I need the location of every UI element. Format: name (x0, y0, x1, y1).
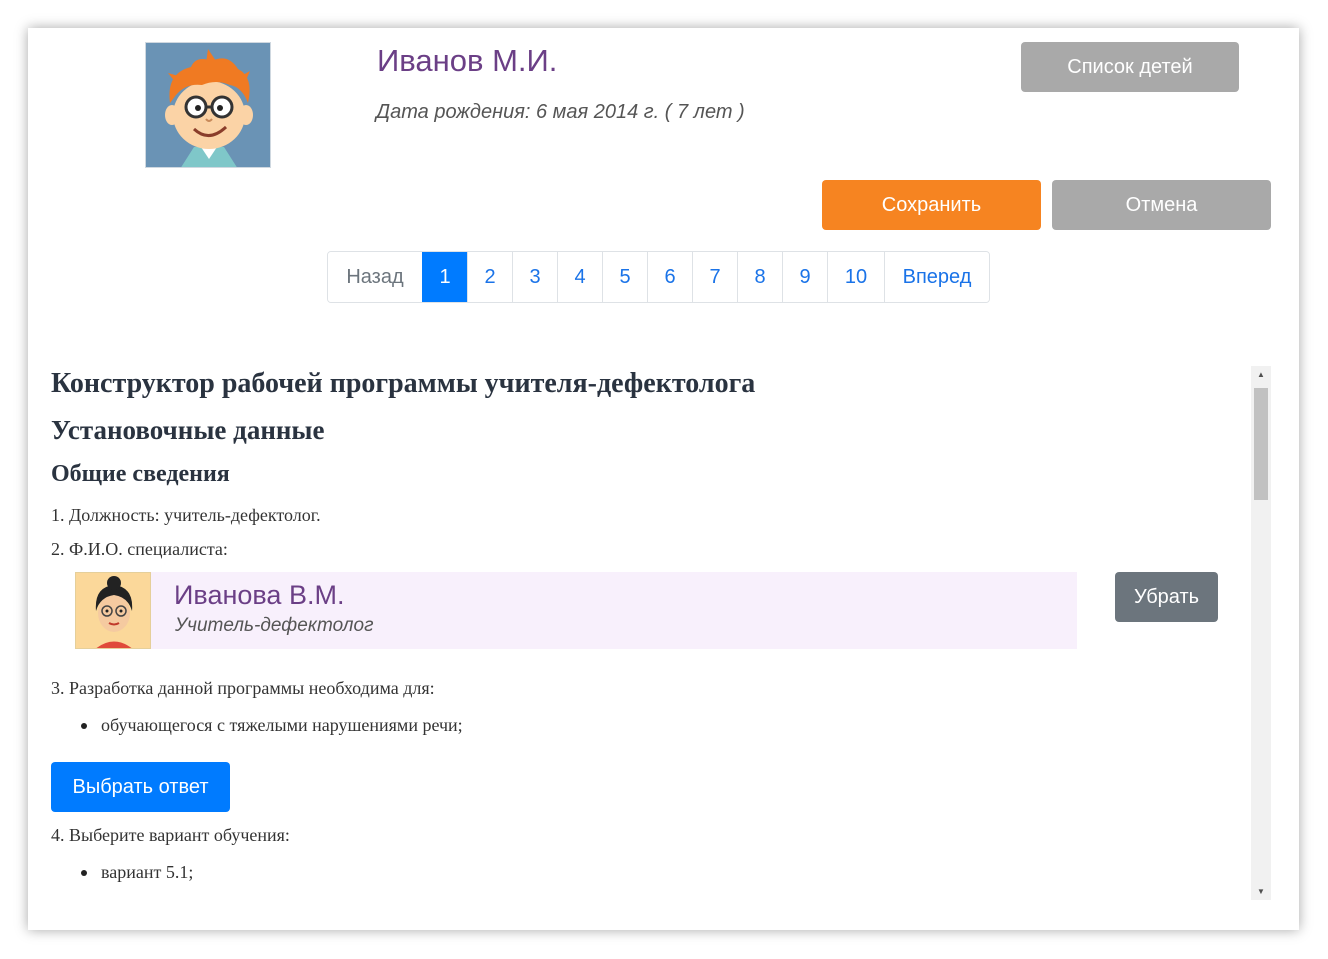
child-name: Иванов М.И. (377, 43, 558, 78)
section-title: Установочные данные (51, 415, 325, 445)
pagination-page-9[interactable]: 9 (782, 252, 827, 302)
specialist-name: Иванова В.М. (174, 580, 345, 610)
pagination: Назад 1 2 3 4 5 6 7 8 9 10 Вперед (327, 251, 990, 303)
specialist-avatar (75, 572, 151, 649)
children-list-button[interactable]: Список детей (1021, 42, 1239, 92)
scroll-down-arrow-icon[interactable]: ▼ (1251, 883, 1271, 900)
specialist-card: Иванова В.М. Учитель-дефектолог (75, 572, 1077, 649)
item-position: 1. Должность: учитель-дефектолог. (51, 505, 321, 525)
item-education-variant: 4. Выберите вариант обучения: (51, 825, 290, 845)
pagination-page-6[interactable]: 6 (647, 252, 692, 302)
pagination-page-7[interactable]: 7 (692, 252, 737, 302)
teacher-cartoon-icon (76, 573, 150, 648)
item-program-purpose: 3. Разработка данной программы необходим… (51, 678, 435, 698)
boy-cartoon-icon (146, 43, 270, 167)
pagination-page-1[interactable]: 1 (422, 252, 467, 302)
subsection-title: Общие сведения (51, 461, 230, 487)
child-avatar (145, 42, 271, 168)
choose-answer-button[interactable]: Выбрать ответ (51, 762, 230, 812)
pagination-next[interactable]: Вперед (884, 252, 989, 302)
pagination-page-8[interactable]: 8 (737, 252, 782, 302)
pagination-prev[interactable]: Назад (328, 252, 422, 302)
item-specialist-label: 2. Ф.И.О. специалиста: (51, 539, 228, 559)
main-card: Иванов М.И. Дата рождения: 6 мая 2014 г.… (28, 28, 1299, 930)
item-program-purpose-answer: обучающегося с тяжелыми нарушениями речи… (81, 715, 463, 735)
cancel-button[interactable]: Отмена (1052, 180, 1271, 230)
program-title: Конструктор рабочей программы учителя-де… (51, 368, 756, 399)
save-button[interactable]: Сохранить (822, 180, 1041, 230)
remove-specialist-button[interactable]: Убрать (1115, 572, 1218, 622)
item-education-variant-answer: вариант 5.1; (80, 862, 194, 882)
pagination-page-10[interactable]: 10 (827, 252, 884, 302)
program-content: Конструктор рабочей программы учителя-де… (51, 366, 1247, 900)
content-scrollbar[interactable]: ▲ ▼ (1251, 366, 1271, 900)
pagination-page-3[interactable]: 3 (512, 252, 557, 302)
pagination-page-5[interactable]: 5 (602, 252, 647, 302)
child-birth-date: Дата рождения: 6 мая 2014 г. ( 7 лет ) (376, 101, 745, 123)
pagination-page-2[interactable]: 2 (467, 252, 512, 302)
specialist-role: Учитель-дефектолог (175, 615, 374, 636)
scroll-thumb[interactable] (1254, 388, 1268, 500)
scroll-up-arrow-icon[interactable]: ▲ (1251, 366, 1271, 383)
pagination-page-4[interactable]: 4 (557, 252, 602, 302)
